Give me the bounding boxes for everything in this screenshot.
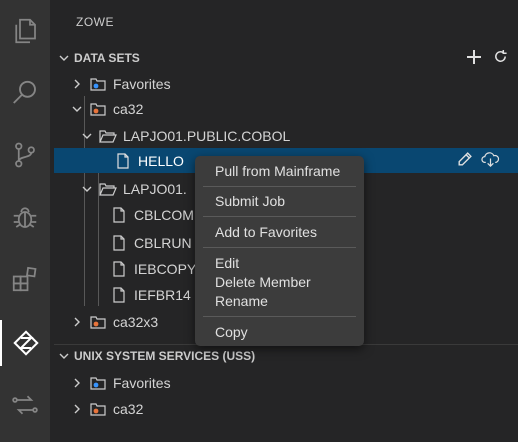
activity-bar [0, 0, 50, 442]
menu-item-edit[interactable]: Edit [215, 254, 239, 272]
tree-item-label: ca32x3 [113, 313, 159, 330]
uss-tree-item-favorites[interactable]: Favorites [54, 370, 518, 395]
tree-item-label: IEFBR14 [134, 286, 191, 303]
tree-item-favorites[interactable]: Favorites [54, 71, 518, 96]
folder-open-icon [99, 127, 117, 145]
uss-section-header[interactable]: UNIX SYSTEM SERVICES (USS) [54, 344, 518, 367]
context-menu: Pull from Mainframe Submit Job Add to Fa… [195, 156, 364, 346]
tree-item-label: Favorites [113, 374, 171, 391]
data-sets-section-header[interactable]: DATA SETS [54, 47, 518, 69]
chevron-right-icon [70, 315, 84, 329]
sidebar-title: ZOWE [76, 15, 114, 29]
profile-folder-icon [89, 100, 107, 118]
chevron-right-icon [70, 402, 84, 416]
tree-item-label: CBLCOM [134, 206, 194, 223]
chevron-down-icon [54, 53, 74, 63]
menu-separator [203, 247, 356, 248]
chevron-down-icon [54, 351, 74, 361]
chevron-down-icon [70, 102, 84, 116]
tree-item-label: IEBCOPY [134, 260, 197, 277]
uss-section-label: UNIX SYSTEM SERVICES (USS) [74, 349, 256, 363]
chevron-down-icon [80, 182, 94, 196]
chevron-right-icon [70, 376, 84, 390]
menu-item-add-to-favorites[interactable]: Add to Favorites [215, 223, 317, 241]
tree-item-label: ca32 [113, 100, 144, 117]
menu-separator [203, 216, 356, 217]
folder-open-icon [99, 180, 117, 198]
chevron-down-icon [80, 129, 94, 143]
tree-item-label: CBLRUN [134, 234, 192, 251]
tree-item-label: LAPJO01.PUBLIC.COBOL [123, 127, 291, 144]
source-control-icon[interactable] [0, 132, 50, 178]
uss-tree-item-profile-ca32[interactable]: ca32 [54, 396, 518, 421]
zowe-icon[interactable] [0, 320, 50, 366]
profile-folder-icon [89, 313, 107, 331]
edit-pencil-icon[interactable] [456, 151, 473, 171]
explorer-icon[interactable] [0, 8, 50, 54]
menu-item-delete-member[interactable]: Delete Member [215, 273, 311, 291]
tree-item-label: Favorites [113, 75, 171, 92]
menu-item-pull-from-mainframe[interactable]: Pull from Mainframe [215, 162, 340, 180]
menu-separator [203, 186, 356, 187]
cloud-download-icon[interactable] [481, 151, 500, 171]
menu-item-rename[interactable]: Rename [215, 292, 268, 310]
data-sets-actions [465, 47, 508, 69]
menu-item-copy[interactable]: Copy [215, 323, 248, 341]
favorites-folder-icon [89, 374, 107, 392]
menu-separator [203, 316, 356, 317]
profile-folder-icon [89, 400, 107, 418]
tree-item-label: ca32 [113, 400, 144, 417]
chevron-right-icon [70, 77, 84, 91]
file-icon [110, 206, 128, 224]
file-icon [114, 152, 132, 170]
row-actions [456, 148, 500, 173]
extensions-icon[interactable] [0, 256, 50, 302]
file-icon [110, 286, 128, 304]
refresh-icon[interactable] [493, 49, 508, 67]
tree-item-pds-public-cobol[interactable]: LAPJO01.PUBLIC.COBOL [54, 123, 518, 148]
debug-icon[interactable] [0, 194, 50, 240]
tree-item-profile-ca32[interactable]: ca32 [54, 96, 518, 121]
remote-icon[interactable] [0, 382, 50, 428]
search-icon[interactable] [0, 70, 50, 116]
tree-item-label: HELLO [138, 152, 184, 169]
favorites-folder-icon [89, 75, 107, 93]
data-sets-section-label: DATA SETS [74, 51, 140, 65]
add-icon[interactable] [465, 48, 483, 69]
file-icon [110, 234, 128, 252]
menu-item-submit-job[interactable]: Submit Job [215, 192, 285, 210]
tree-item-label: LAPJO01. [123, 180, 187, 197]
file-icon [110, 260, 128, 278]
